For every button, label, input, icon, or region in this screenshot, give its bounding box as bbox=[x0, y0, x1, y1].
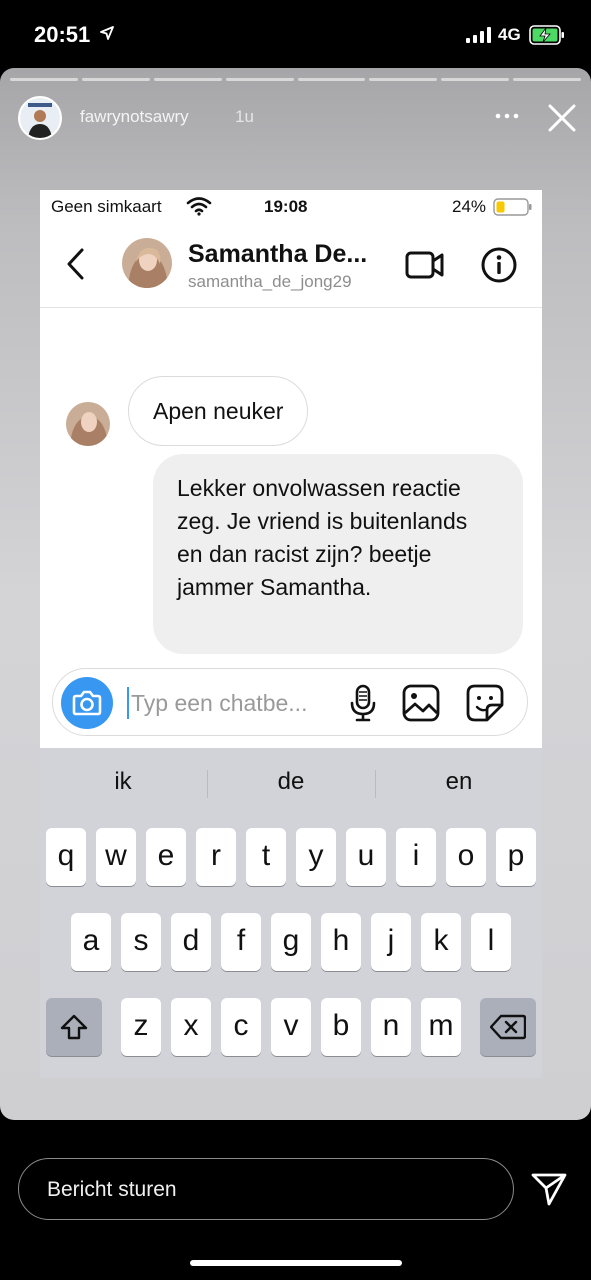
reply-input[interactable]: Bericht sturen bbox=[18, 1158, 514, 1220]
message-composer[interactable]: Typ een chatbe... bbox=[52, 668, 528, 736]
key-h[interactable]: h bbox=[321, 913, 361, 971]
suggestion-de[interactable]: de bbox=[211, 768, 371, 796]
suggestion-bar: ik de en bbox=[40, 748, 542, 818]
battery-charging-icon bbox=[529, 25, 564, 45]
contact-handle: samantha_de_jong29 bbox=[188, 272, 352, 291]
key-k[interactable]: k bbox=[421, 913, 461, 971]
signal-icon bbox=[466, 27, 491, 43]
key-r[interactable]: r bbox=[196, 828, 236, 886]
network-type: 4G bbox=[498, 25, 521, 44]
key-i[interactable]: i bbox=[396, 828, 436, 886]
story-container[interactable]: fawrynotsawry 1u Geen simkaart 19:08 24% bbox=[0, 68, 591, 1120]
key-z[interactable]: z bbox=[121, 998, 161, 1056]
camera-icon bbox=[72, 690, 102, 716]
screenshot-time: 19:08 bbox=[264, 197, 308, 216]
contact-name[interactable]: Samantha De... bbox=[188, 240, 367, 269]
key-n[interactable]: n bbox=[371, 998, 411, 1056]
close-icon[interactable] bbox=[546, 102, 578, 134]
outgoing-message[interactable]: Lekker onvolwassen reactie zeg. Je vrien… bbox=[153, 454, 523, 654]
back-icon[interactable] bbox=[64, 246, 88, 282]
key-u[interactable]: u bbox=[346, 828, 386, 886]
more-icon[interactable] bbox=[494, 106, 520, 126]
story-progress-bar bbox=[10, 78, 581, 81]
location-arrow-icon bbox=[100, 26, 114, 40]
screenshot-status-bar: Geen simkaart 19:08 24% bbox=[40, 190, 542, 226]
key-f[interactable]: f bbox=[221, 913, 261, 971]
battery-percentage: 24% bbox=[452, 197, 487, 216]
chat-header: Samantha De... samantha_de_jong29 bbox=[40, 226, 542, 308]
story-avatar[interactable] bbox=[18, 96, 62, 140]
os-time: 20:51 bbox=[34, 22, 91, 47]
incoming-message[interactable]: Apen neuker bbox=[128, 376, 309, 446]
wifi-icon bbox=[186, 197, 212, 216]
send-icon[interactable] bbox=[530, 1170, 568, 1208]
key-q[interactable]: q bbox=[46, 828, 86, 886]
story-username[interactable]: fawrynotsawry bbox=[80, 107, 189, 127]
home-indicator bbox=[190, 1260, 402, 1266]
info-icon[interactable] bbox=[480, 246, 518, 284]
reply-placeholder: Bericht sturen bbox=[47, 1178, 177, 1201]
sticker-icon[interactable] bbox=[465, 683, 505, 723]
key-d[interactable]: d bbox=[171, 913, 211, 971]
key-o[interactable]: o bbox=[446, 828, 486, 886]
shift-icon bbox=[60, 1014, 88, 1040]
key-a[interactable]: a bbox=[71, 913, 111, 971]
shared-screenshot: Geen simkaart 19:08 24% Samantha De... s… bbox=[40, 190, 542, 1078]
shift-key[interactable] bbox=[46, 998, 102, 1056]
suggestion-ik[interactable]: ik bbox=[43, 768, 203, 796]
key-v[interactable]: v bbox=[271, 998, 311, 1056]
keyboard: ik de en q w e r t y u i o p a s d f g h bbox=[40, 748, 542, 1078]
message-avatar[interactable] bbox=[66, 402, 110, 446]
key-x[interactable]: x bbox=[171, 998, 211, 1056]
key-s[interactable]: s bbox=[121, 913, 161, 971]
key-b[interactable]: b bbox=[321, 998, 361, 1056]
os-status-bar: 20:51 4G bbox=[0, 0, 591, 68]
carrier-label: Geen simkaart bbox=[51, 197, 162, 216]
key-l[interactable]: l bbox=[471, 913, 511, 971]
key-y[interactable]: y bbox=[296, 828, 336, 886]
contact-avatar[interactable] bbox=[122, 238, 172, 288]
key-w[interactable]: w bbox=[96, 828, 136, 886]
key-m[interactable]: m bbox=[421, 998, 461, 1056]
battery-icon bbox=[493, 198, 532, 216]
video-call-icon[interactable] bbox=[404, 248, 446, 282]
microphone-icon[interactable] bbox=[347, 683, 379, 723]
key-g[interactable]: g bbox=[271, 913, 311, 971]
key-t[interactable]: t bbox=[246, 828, 286, 886]
key-e[interactable]: e bbox=[146, 828, 186, 886]
gallery-icon[interactable] bbox=[401, 683, 441, 723]
key-c[interactable]: c bbox=[221, 998, 261, 1056]
story-age: 1u bbox=[235, 107, 254, 126]
key-p[interactable]: p bbox=[496, 828, 536, 886]
chat-input[interactable]: Typ een chatbe... bbox=[131, 690, 307, 717]
backspace-key[interactable] bbox=[480, 998, 536, 1056]
text-cursor bbox=[127, 687, 129, 719]
camera-button[interactable] bbox=[61, 677, 113, 729]
backspace-icon bbox=[490, 1014, 526, 1040]
key-j[interactable]: j bbox=[371, 913, 411, 971]
suggestion-en[interactable]: en bbox=[379, 768, 539, 796]
